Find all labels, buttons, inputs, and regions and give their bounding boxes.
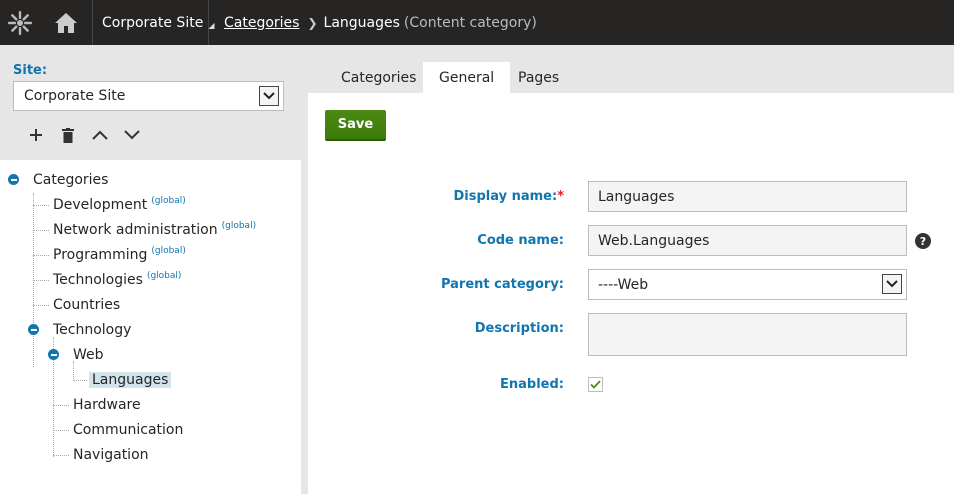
tree-node-technology[interactable]: Technology — [53, 318, 131, 342]
tree-node-label: Technologies — [53, 272, 143, 288]
tree-node-label: Categories — [33, 172, 109, 188]
tab-label: General — [439, 69, 495, 86]
tree-node-navigation[interactable]: Navigation — [73, 443, 149, 467]
tree-node-label: Navigation — [73, 447, 149, 463]
tab-general[interactable]: General — [423, 62, 511, 93]
enabled-checkbox[interactable] — [588, 377, 603, 392]
tree-toolbar — [20, 125, 148, 145]
tree-node-countries[interactable]: Countries — [53, 293, 120, 317]
tree-node-label: Development — [53, 197, 148, 213]
tree-node-web[interactable]: Web — [73, 343, 104, 367]
breadcrumb-current: Languages — [323, 14, 400, 31]
global-tag: (global) — [151, 246, 186, 256]
display-name-label: Display name:* — [453, 189, 564, 204]
checkmark-icon — [590, 380, 601, 389]
add-icon[interactable] — [20, 125, 52, 145]
category-tree: Categories Development (global) Network a… — [0, 160, 301, 494]
site-select-value: Corporate Site — [24, 88, 126, 104]
tab-categories[interactable]: Categories — [325, 62, 432, 93]
tab-bar: Categories General Pages — [308, 45, 954, 93]
site-label: Site: — [13, 63, 48, 78]
save-button[interactable]: Save — [325, 110, 386, 141]
tree-node-label: Countries — [53, 297, 121, 313]
parent-category-label: Parent category: — [440, 277, 564, 292]
collapse-technology-icon[interactable] — [28, 324, 39, 335]
move-up-icon[interactable] — [84, 125, 116, 145]
site-selector-label: Corporate Site — [102, 14, 204, 31]
help-icon[interactable]: ? — [915, 233, 931, 249]
tree-node-languages[interactable]: Languages — [89, 368, 172, 392]
tree-node-programming[interactable]: Programming (global) — [53, 243, 186, 267]
tree-node-development[interactable]: Development (global) — [53, 193, 186, 217]
tree-node-technologies[interactable]: Technologies (global) — [53, 268, 181, 292]
breadcrumb: Categories ❯ Languages (Content category… — [224, 0, 537, 45]
tree-node-categories[interactable]: Categories — [33, 168, 108, 192]
tree-node-hardware[interactable]: Hardware — [73, 393, 141, 417]
left-panel: Site: Corporate Site Categories Developm… — [0, 45, 308, 494]
site-select[interactable]: Corporate Site — [13, 81, 284, 111]
chevron-down-icon — [259, 86, 279, 106]
tree-node-label: Web — [73, 347, 104, 363]
required-mark: * — [557, 189, 564, 204]
home-icon[interactable] — [40, 0, 93, 45]
tree-node-label: Technology — [53, 322, 132, 338]
parent-category-select[interactable]: ----Web — [588, 269, 907, 300]
breadcrumb-current-type: (Content category) — [403, 14, 537, 31]
global-tag: (global) — [221, 221, 257, 231]
global-tag: (global) — [151, 196, 186, 206]
move-down-icon[interactable] — [116, 125, 148, 145]
tab-label: Categories — [341, 69, 417, 86]
breadcrumb-separator-icon: ❯ — [307, 15, 318, 30]
breadcrumb-categories-link[interactable]: Categories — [224, 15, 299, 31]
code-name-value: Web.Languages — [598, 232, 710, 249]
tree-node-label-selected: Languages — [89, 372, 172, 388]
display-name-value: Languages — [598, 188, 675, 205]
description-label: Description: — [474, 321, 564, 336]
main-content: Save Display name:* Languages Code name:… — [308, 93, 954, 494]
tab-label: Pages — [518, 69, 560, 86]
tab-pages[interactable]: Pages — [502, 62, 575, 93]
enabled-label: Enabled: — [500, 377, 564, 392]
kentico-logo-icon[interactable] — [0, 0, 40, 45]
code-name-input[interactable]: Web.Languages — [588, 225, 907, 256]
code-name-label: Code name: — [477, 233, 564, 248]
delete-icon[interactable] — [52, 125, 84, 145]
description-textarea[interactable] — [588, 313, 907, 356]
tree-node-label: Programming — [53, 247, 148, 263]
top-bar: Corporate Site ◢ Categories ❯ Languages … — [0, 0, 954, 45]
parent-category-value: ----Web — [598, 276, 649, 293]
collapse-categories-icon[interactable] — [8, 174, 19, 185]
site-selector[interactable]: Corporate Site ◢ — [94, 0, 214, 45]
collapse-web-icon[interactable] — [48, 349, 59, 360]
tree-node-network-administration[interactable]: Network administration (global) — [53, 218, 256, 242]
tree-node-label: Communication — [73, 422, 184, 438]
global-tag: (global) — [146, 271, 182, 281]
display-name-input[interactable]: Languages — [588, 181, 907, 212]
tree-node-communication[interactable]: Communication — [73, 418, 183, 442]
tree-node-label: Hardware — [73, 397, 141, 413]
dropdown-triangle-icon: ◢ — [208, 21, 215, 30]
chevron-down-icon — [882, 274, 902, 294]
tree-node-label: Network administration — [53, 222, 218, 238]
